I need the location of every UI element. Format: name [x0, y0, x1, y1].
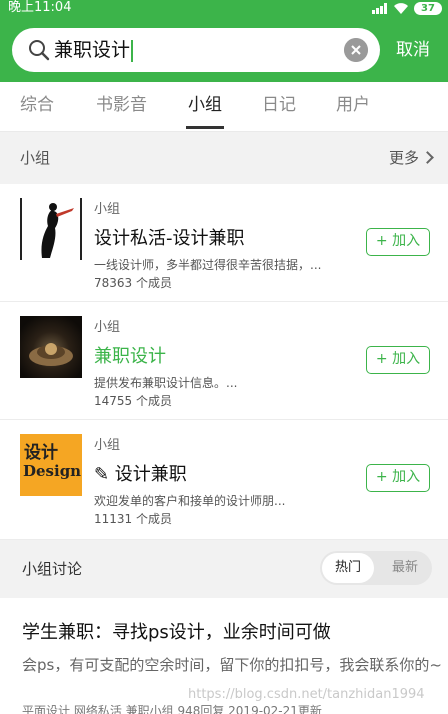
join-button[interactable]: + 加入 — [366, 464, 430, 492]
watermark: https://blog.csdn.net/tanzhidan1994 — [188, 687, 425, 702]
join-button[interactable]: + 加入 — [366, 228, 430, 256]
status-time: 晚上11:04 — [8, 0, 72, 15]
group-title[interactable]: 设计私活-设计兼职 — [94, 224, 245, 250]
sort-hot-option[interactable]: 热门 — [322, 553, 374, 583]
more-link[interactable]: 更多 — [389, 132, 434, 184]
post-meta: 平面设计 网络私活 兼职小组 948回复 2019-02-21更新 — [22, 704, 322, 714]
thumbnail-text: 设计 — [24, 443, 58, 463]
search-query: 兼职设计 — [54, 28, 134, 72]
signal-icon — [372, 2, 388, 14]
group-member-count: 14755 个成员 — [94, 394, 172, 408]
text-caret — [131, 39, 134, 62]
group-description: 提供发布兼职设计信息。... — [94, 376, 238, 390]
discussion-section-header: 小组讨论 热门 最新 — [0, 540, 448, 598]
groups-section-header: 小组 更多 — [0, 132, 448, 184]
group-row[interactable]: 小组 兼职设计 提供发布兼职设计信息。... 14755 个成员 + 加入 — [0, 302, 448, 420]
post-title[interactable]: 学生兼职：寻找ps设计，业余时间可做 — [22, 618, 331, 644]
status-icons: 37 — [372, 1, 442, 15]
search-tabs: 综合 书影音 小组 日记 用户 — [0, 82, 448, 132]
group-member-count: 11131 个成员 — [94, 512, 172, 526]
group-description: 一线设计师，多半都过得很辛苦很拮据，... — [94, 258, 322, 272]
group-description: 欢迎发单的客户和接单的设计师朋... — [94, 494, 286, 508]
status-bar: 晚上11:04 37 — [0, 0, 448, 16]
sort-new-option[interactable]: 最新 — [380, 553, 430, 583]
group-type-label: 小组 — [94, 202, 121, 217]
thumbnail-text: Design — [23, 462, 82, 480]
group-thumbnail: 设计 Design — [20, 434, 82, 496]
group-thumbnail — [20, 198, 82, 260]
wifi-icon — [394, 2, 408, 14]
group-title[interactable]: 兼职设计 — [94, 342, 166, 368]
tab-books-films-music[interactable]: 书影音 — [96, 82, 147, 128]
clear-search-icon[interactable] — [344, 38, 368, 62]
group-title[interactable]: ✎ 设计兼职 — [94, 460, 187, 486]
tab-diary[interactable]: 日记 — [262, 82, 296, 128]
sort-toggle: 热门 最新 — [320, 551, 432, 585]
group-member-count: 78363 个成员 — [94, 276, 172, 290]
hands-holding-nest-image — [29, 343, 73, 366]
join-button[interactable]: + 加入 — [366, 346, 430, 374]
tab-groups[interactable]: 小组 — [188, 82, 222, 128]
search-header: 兼职设计 取消 — [0, 16, 448, 82]
battery-icon: 37 — [414, 1, 442, 15]
dancer-figure-image — [41, 203, 74, 258]
tab-all[interactable]: 综合 — [20, 82, 54, 128]
group-row[interactable]: 设计 Design 小组 ✎ 设计兼职 欢迎发单的客户和接单的设计师朋... 1… — [0, 420, 448, 540]
search-icon — [29, 40, 50, 61]
post-body: 会ps，有可支配的空余时间，留下你的扣扣号，我会联系你的~ — [22, 656, 442, 674]
search-input[interactable]: 兼职设计 — [12, 28, 380, 72]
section-title: 小组讨论 — [22, 560, 83, 578]
active-tab-indicator — [186, 126, 224, 129]
group-row[interactable]: 小组 设计私活-设计兼职 一线设计师，多半都过得很辛苦很拮据，... 78363… — [0, 184, 448, 302]
tab-users[interactable]: 用户 — [336, 82, 370, 128]
group-type-label: 小组 — [94, 320, 121, 335]
group-type-label: 小组 — [94, 438, 121, 453]
group-thumbnail — [20, 316, 82, 378]
cancel-button[interactable]: 取消 — [396, 16, 430, 84]
chevron-right-icon — [421, 151, 434, 164]
section-title: 小组 — [20, 149, 51, 167]
